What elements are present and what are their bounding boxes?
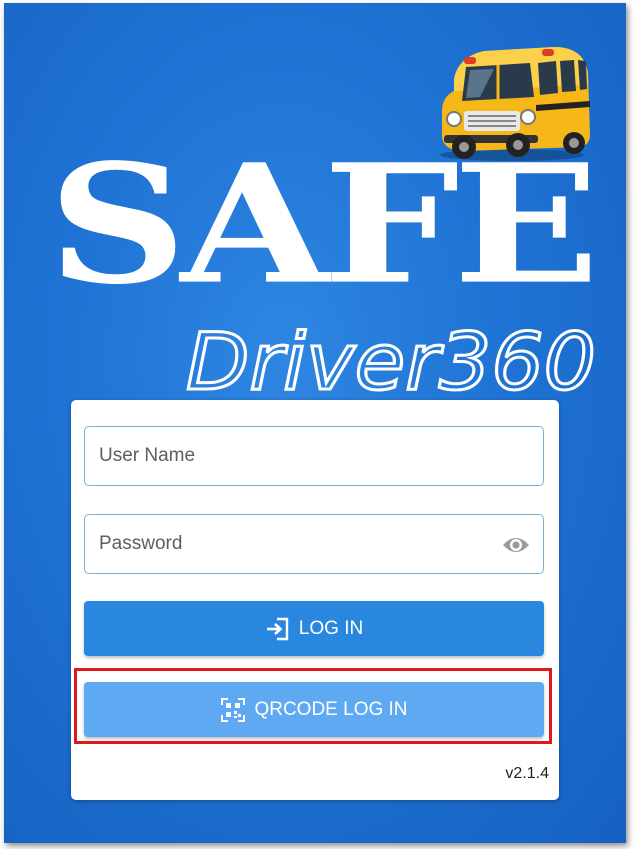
- brand-subtitle: Driver360: [185, 319, 598, 405]
- password-input[interactable]: [85, 515, 543, 573]
- app-screen: SAFE Driver360 User Name LOG IN QRCODE L…: [4, 3, 626, 843]
- brand-subtitle-text: Driver360: [186, 319, 596, 405]
- app-version: v2.1.4: [505, 765, 549, 782]
- login-button[interactable]: LOG IN: [84, 601, 544, 656]
- screenshot-frame: SAFE Driver360 User Name LOG IN QRCODE L…: [0, 0, 636, 849]
- username-input[interactable]: [85, 427, 543, 485]
- qr-code-icon: [221, 697, 246, 722]
- eye-icon[interactable]: [501, 533, 531, 557]
- qrcode-login-button[interactable]: QRCODE LOG IN: [84, 682, 544, 737]
- brand-title: SAFE: [48, 128, 600, 321]
- login-card: LOG IN QRCODE LOG IN v2.1.4: [71, 400, 559, 800]
- username-field[interactable]: [84, 426, 544, 486]
- qrcode-button-label: QRCODE LOG IN: [254, 698, 408, 720]
- login-arrow-icon: [266, 617, 288, 640]
- password-field[interactable]: [84, 514, 544, 574]
- login-button-label: LOG IN: [298, 617, 364, 639]
